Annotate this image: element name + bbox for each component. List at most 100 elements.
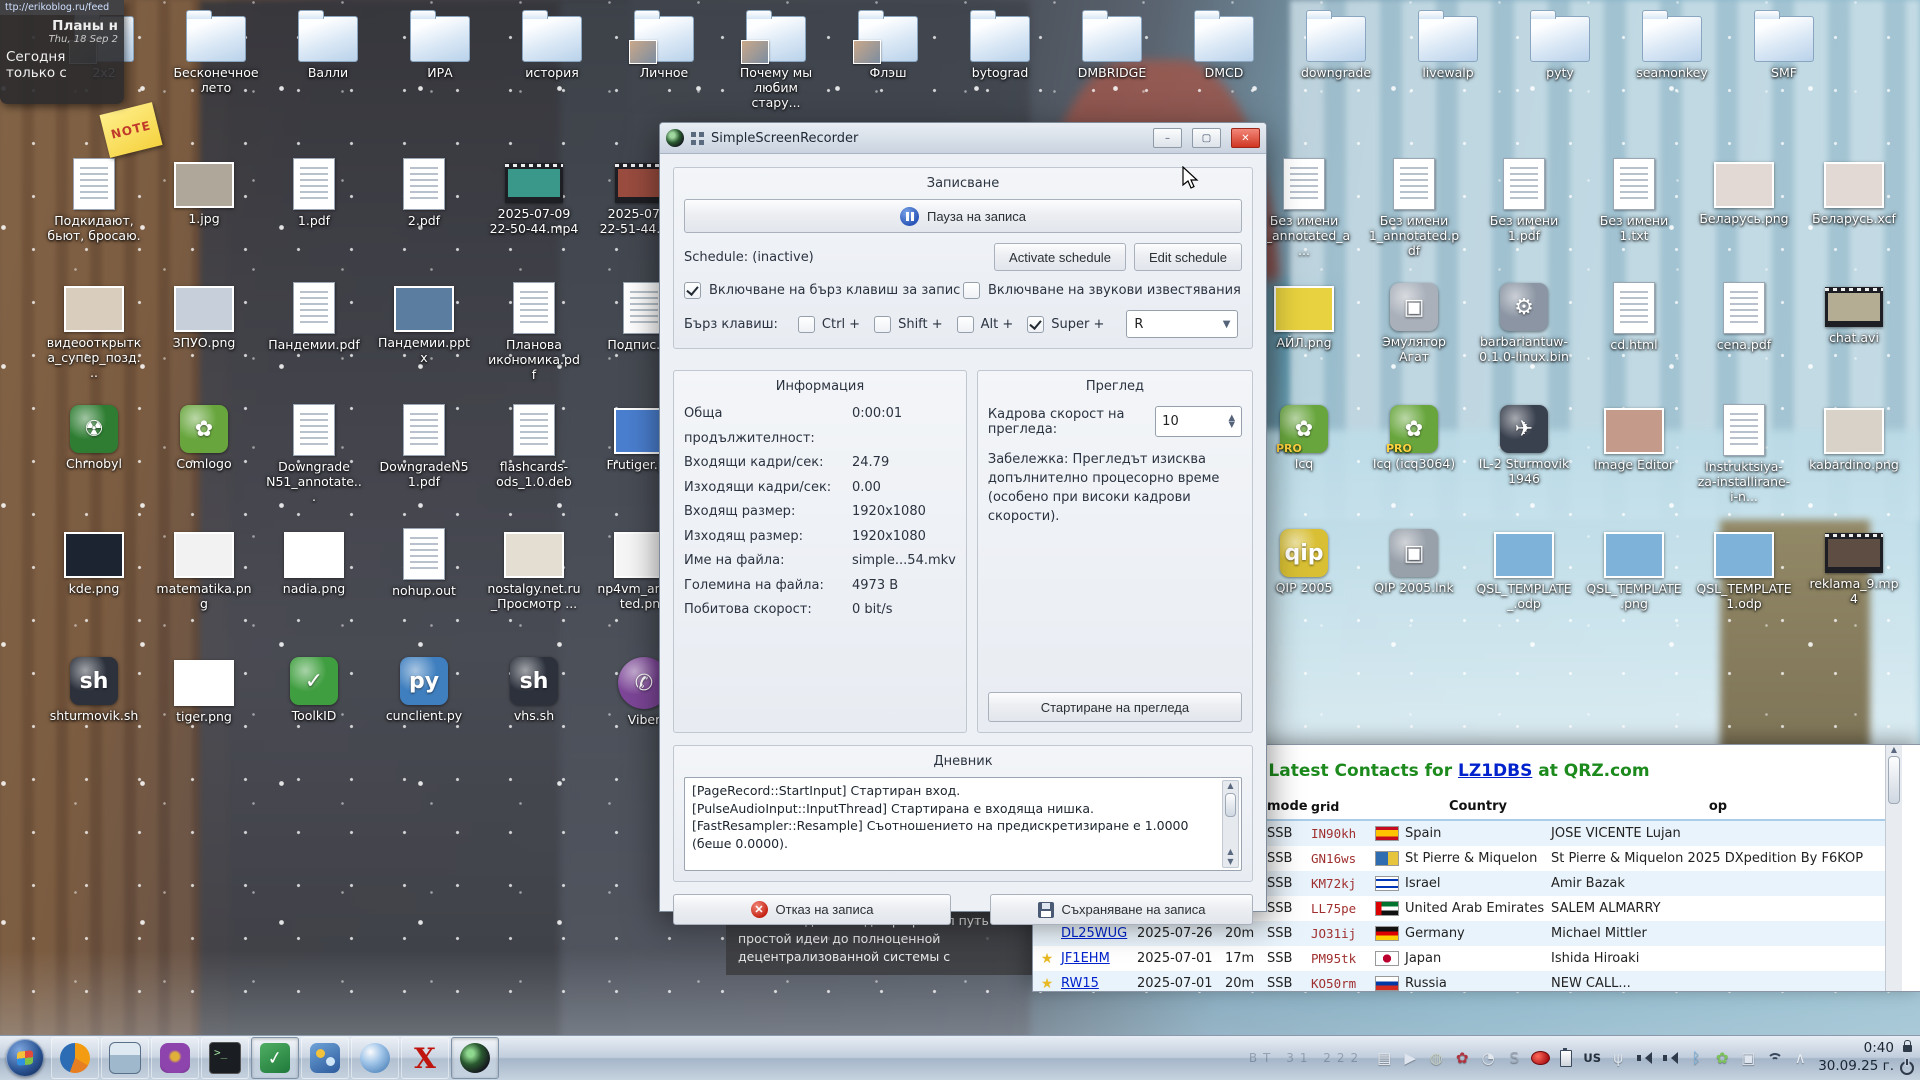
desktop-icon[interactable]: ✿PROIcq (icq3064) bbox=[1366, 404, 1462, 472]
desktop-icon[interactable]: pycunclient.py bbox=[376, 656, 472, 724]
notes-icon[interactable]: ▤ bbox=[1374, 1047, 1394, 1069]
desktop-icon[interactable]: downgrade bbox=[1288, 10, 1384, 81]
terminal-taskbar-button[interactable] bbox=[201, 1037, 249, 1079]
desktop-icon[interactable]: Без имени 1_annotated.pdf bbox=[1366, 158, 1462, 258]
save-recording-button[interactable]: Съхраняване на записа bbox=[990, 894, 1253, 925]
log-textarea[interactable]: [PageRecord::StartInput] Стартиран вход.… bbox=[684, 777, 1242, 871]
desktop-icon[interactable]: DowngradeN51.pdf bbox=[376, 404, 472, 490]
desktop-icon[interactable]: Без имени 1_annotated_a... bbox=[1256, 158, 1352, 258]
desktop-icon[interactable]: QSL_TEMPLATE1.odp bbox=[1696, 528, 1792, 612]
desktop-icon[interactable]: Беларусь.png bbox=[1696, 158, 1792, 227]
desktop-icon[interactable]: видеооткрытка_супер_позд... bbox=[46, 282, 142, 380]
volume-icon[interactable] bbox=[1634, 1047, 1654, 1069]
file-manager-taskbar-button[interactable] bbox=[101, 1037, 149, 1079]
hotkey-enable-checkbox[interactable] bbox=[684, 282, 701, 299]
desktop-icon[interactable]: kabardino.png bbox=[1806, 404, 1902, 473]
desktop-icon[interactable]: nostalgy.net.ru_Просмотр ... bbox=[486, 528, 582, 612]
desktop-icon[interactable]: flashcards-ods_1.0.deb bbox=[486, 404, 582, 490]
desktop-icon[interactable]: Instruktsiya-za-installirane-i-n... bbox=[1696, 404, 1792, 504]
desktop-icon[interactable]: reklama_9.mp4 bbox=[1806, 528, 1902, 607]
maximize-button[interactable]: ▢ bbox=[1192, 128, 1221, 148]
desktop-icon[interactable]: ▣QIP 2005.lnk bbox=[1366, 528, 1462, 596]
desktop-icon[interactable]: shvhs.sh bbox=[486, 656, 582, 724]
desktop-icon[interactable]: Планова икономика.pdf bbox=[486, 282, 582, 382]
qrz-scrollbar[interactable]: ▲ bbox=[1885, 745, 1902, 991]
bluetooth-icon[interactable]: ᛒ bbox=[1686, 1047, 1706, 1069]
skype-icon[interactable]: S bbox=[1504, 1047, 1524, 1069]
start-button[interactable] bbox=[6, 1039, 44, 1077]
desktop-icon[interactable]: shshturmovik.sh bbox=[46, 656, 142, 724]
desktop-icon[interactable]: ✈IL-2 Sturmovik 1946 bbox=[1476, 404, 1572, 487]
desktop-icon[interactable]: cena.pdf bbox=[1696, 282, 1792, 353]
wifi-icon[interactable] bbox=[1764, 1047, 1784, 1069]
display-icon[interactable]: ▣ bbox=[1738, 1047, 1758, 1069]
modifier-checkbox[interactable] bbox=[874, 316, 891, 333]
desktop-icon[interactable]: kde.png bbox=[46, 528, 142, 597]
pause-recording-button[interactable]: Пауза на записа bbox=[684, 199, 1242, 233]
desktop-icon[interactable]: история bbox=[504, 10, 600, 81]
desktop-icon[interactable]: livewalp bbox=[1400, 10, 1496, 81]
callsign-link[interactable]: JF1EHM bbox=[1061, 951, 1110, 966]
taskbar-clock[interactable]: 0:40 30.09.25 г. bbox=[1818, 1040, 1894, 1075]
desktop-icon[interactable]: 2.pdf bbox=[376, 158, 472, 229]
desktop-icon[interactable]: 1.pdf bbox=[266, 158, 362, 229]
desktop-icon[interactable]: ▣Эмулятор Агат bbox=[1366, 282, 1462, 365]
green-status-icon[interactable]: ✿ bbox=[1712, 1047, 1732, 1069]
desktop-icon[interactable]: Без имени 1.pdf bbox=[1476, 158, 1572, 244]
desktop-icon[interactable]: Без имени 1.txt bbox=[1586, 158, 1682, 244]
close-button[interactable]: ✕ bbox=[1231, 128, 1260, 148]
desktop-icon[interactable]: АЙЛ.png bbox=[1256, 282, 1352, 351]
desktop-icon[interactable]: Валли bbox=[280, 10, 376, 81]
keyboard-layout[interactable]: US bbox=[1582, 1047, 1602, 1069]
battery-icon[interactable] bbox=[1556, 1047, 1576, 1069]
desktop-icon[interactable]: Пандемии.pptx bbox=[376, 282, 472, 366]
log-scrollbar[interactable]: ▲▲▼ bbox=[1222, 780, 1239, 868]
desktop-icon[interactable]: 2025-07-09 22-50-44.mp4 bbox=[486, 158, 582, 237]
qrz-callsign-link[interactable]: LZ1DBS bbox=[1458, 761, 1532, 781]
desktop-icon[interactable]: tiger.png bbox=[156, 656, 252, 725]
desktop-icon[interactable]: DMBRIDGE bbox=[1064, 10, 1160, 81]
desktop-icon[interactable]: SMF bbox=[1736, 10, 1832, 81]
desktop-icon[interactable]: ✿PROIcq bbox=[1256, 404, 1352, 472]
desktop-icon[interactable]: ✿Comlogo bbox=[156, 404, 252, 472]
desktop-icon[interactable]: Пандемии.pdf bbox=[266, 282, 362, 353]
desktop-icon[interactable]: Подкидают, бьют, бросаю. bbox=[46, 158, 142, 244]
microphone-icon[interactable]: ψ bbox=[1608, 1047, 1628, 1069]
desktop-icon[interactable]: chat.avi bbox=[1806, 282, 1902, 346]
desktop-icon[interactable]: ☢Chrnobyl bbox=[46, 404, 142, 472]
lock-icon[interactable] bbox=[1903, 1045, 1912, 1052]
desktop-icon[interactable]: ЗПУО.png bbox=[156, 282, 252, 351]
desktop-icon[interactable]: QSL_TEMPLATE_.odp bbox=[1476, 528, 1572, 612]
desktop-icon[interactable]: Image Editor bbox=[1586, 404, 1682, 473]
tooltip-url[interactable]: ttp://erikoblog.ru/feed bbox=[0, 0, 124, 15]
table-row[interactable]: ★JF1EHM2025-07-0117mSSBPM95tkJapanIshida… bbox=[1033, 946, 1885, 971]
modifier-checkbox[interactable] bbox=[1027, 316, 1044, 333]
desktop-icon[interactable]: seamonkey bbox=[1624, 10, 1720, 81]
desktop-icon[interactable]: matematika.png bbox=[156, 528, 252, 612]
desktop-icon[interactable]: Бесконечное лето bbox=[168, 10, 264, 96]
callsign-link[interactable]: RW15 bbox=[1061, 976, 1099, 991]
desktop-icon[interactable]: Флэш bbox=[840, 10, 936, 81]
desktop-icon[interactable]: Личное bbox=[616, 10, 712, 81]
desktop-icon[interactable]: Почему мы любим стару... bbox=[728, 10, 824, 110]
modifier-checkbox[interactable] bbox=[798, 316, 815, 333]
network-orb-taskbar-button[interactable] bbox=[351, 1037, 399, 1079]
play-icon[interactable]: ▶ bbox=[1400, 1047, 1420, 1069]
desktop-icon[interactable]: cd.html bbox=[1586, 282, 1682, 353]
desktop-icon[interactable]: Беларусь.xcf bbox=[1806, 158, 1902, 227]
start-preview-button[interactable]: Стартиране на прегледа bbox=[988, 692, 1242, 722]
chevron-up-icon[interactable]: ∧ bbox=[1790, 1047, 1810, 1069]
clock-tray-icon[interactable]: ◔ bbox=[1478, 1047, 1498, 1069]
desktop-icon[interactable]: 1.jpg bbox=[156, 158, 252, 227]
messenger-taskbar-button[interactable] bbox=[301, 1037, 349, 1079]
media-app-taskbar-button[interactable] bbox=[151, 1037, 199, 1079]
desktop-icon[interactable]: qipQIP 2005 bbox=[1256, 528, 1352, 596]
spinbox-arrows-icon[interactable]: ▲▼ bbox=[1228, 415, 1235, 429]
notes-editor-taskbar-button[interactable] bbox=[251, 1037, 299, 1079]
kde-app-icon[interactable]: ✿ bbox=[1452, 1047, 1472, 1069]
browser-taskbar-button[interactable] bbox=[51, 1037, 99, 1079]
modifier-checkbox[interactable] bbox=[957, 316, 974, 333]
window-titlebar[interactable]: SimpleScreenRecorder – ▢ ✕ bbox=[660, 123, 1266, 154]
volume-icon-2[interactable] bbox=[1660, 1047, 1680, 1069]
desktop-icon[interactable]: ⚙barbariantuw-0.1.0-linux.bin bbox=[1476, 282, 1572, 365]
